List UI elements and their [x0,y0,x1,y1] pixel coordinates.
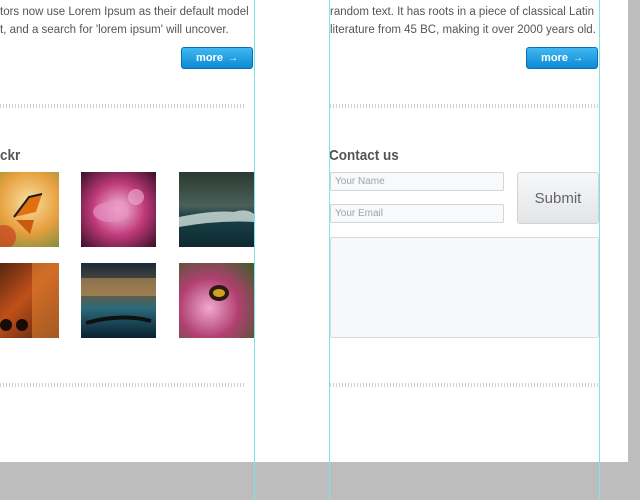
more-label: more [196,52,223,64]
section-divider-bottom-left [0,383,246,387]
section-divider-top-left [0,104,246,108]
right-text-line-2: literature from 45 BC, making it over 20… [330,24,596,36]
flickr-thumbnail-pink-flower[interactable] [81,172,156,247]
flickr-thumbnail-ocean-wave[interactable] [179,172,254,247]
submit-button[interactable]: Submit [517,172,599,224]
left-text-line-1: tors now use Lorem Ipsum as their defaul… [0,6,249,18]
arrow-right-icon: → [227,52,238,64]
contact-heading: Contact us [329,147,399,164]
layout-guide-line [254,0,255,500]
right-more-button[interactable]: more → [526,47,598,69]
layout-guide-line [329,0,330,500]
flickr-thumbnail-gondola-night[interactable] [81,263,156,338]
message-textarea[interactable] [330,237,599,338]
section-divider-top-right [330,104,600,108]
left-more-button[interactable]: more → [181,47,253,69]
flickr-thumbnail-bee-flower[interactable] [179,263,254,338]
flickr-heading: ckr [0,147,21,164]
arrow-right-icon: → [572,52,583,64]
page-canvas: tors now use Lorem Ipsum as their defaul… [0,0,628,462]
more-label: more [541,52,568,64]
right-text-line-1: random text. It has roots in a piece of … [330,6,594,18]
name-input[interactable] [330,172,504,191]
layout-guide-line [599,0,600,500]
section-divider-bottom-right [330,383,600,387]
flickr-thumbnail-street-scooter[interactable] [0,263,59,338]
left-text-line-2: t, and a search for 'lorem ipsum' will u… [0,24,229,36]
email-input[interactable] [330,204,504,223]
flickr-thumbnail-butterfly[interactable] [0,172,59,247]
